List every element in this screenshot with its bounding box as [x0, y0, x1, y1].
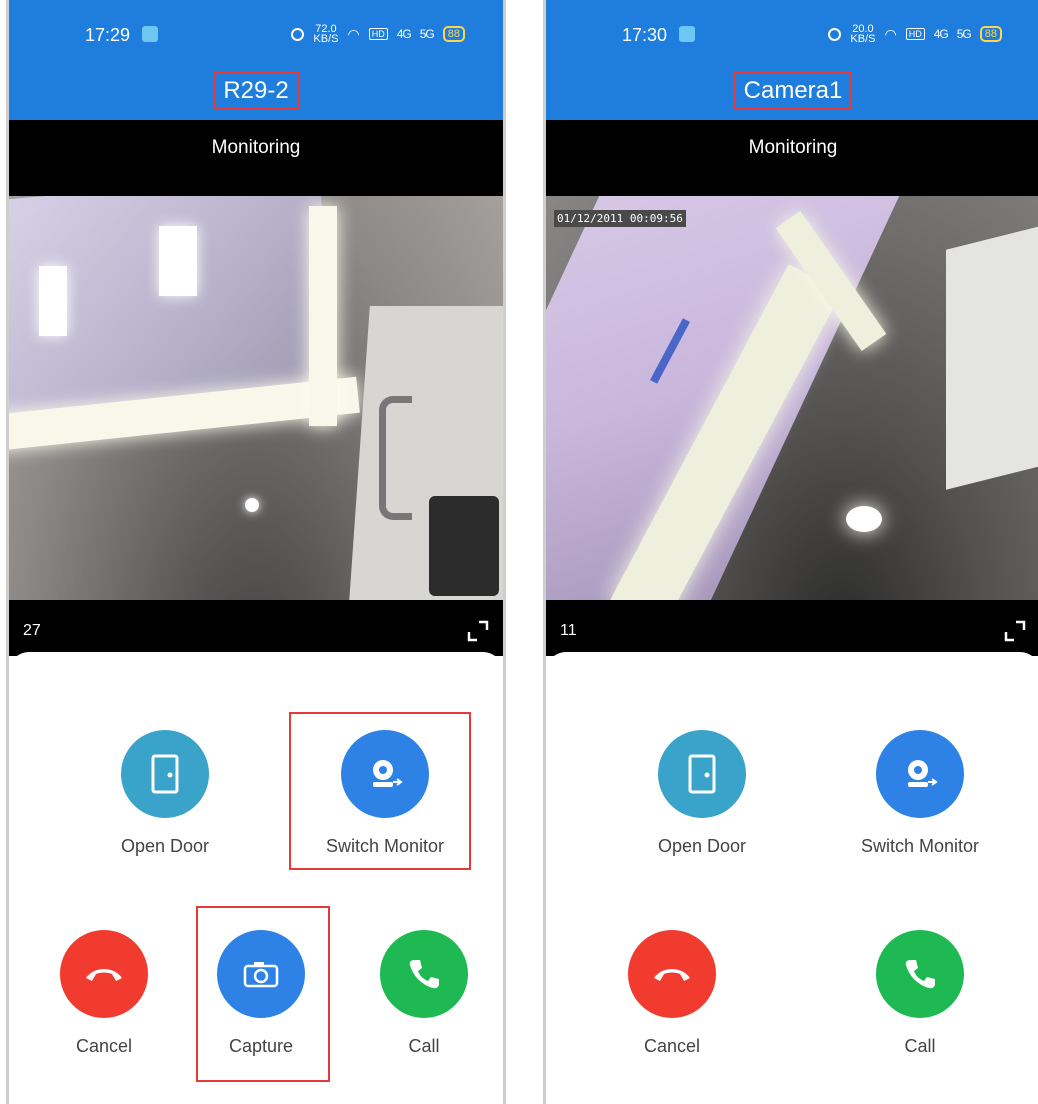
- hd-badge: HD: [905, 28, 925, 40]
- open-door-button[interactable]: Open Door: [612, 730, 792, 857]
- switch-monitor-highlight: [289, 712, 471, 870]
- cancel-label: Cancel: [75, 1036, 133, 1056]
- door-icon: [121, 730, 209, 818]
- wifi-icon: ◠: [347, 25, 360, 42]
- cancel-label: Cancel: [643, 1036, 701, 1056]
- page-title: R29-2: [9, 72, 503, 110]
- monitoring-label: Monitoring: [546, 120, 1038, 196]
- open-door-label: Open Door: [120, 836, 210, 856]
- cancel-button[interactable]: Cancel: [14, 930, 194, 1057]
- video-feed[interactable]: 01/12/2011 00:09:56: [546, 196, 1038, 600]
- door-icon: [658, 730, 746, 818]
- hangup-icon: [60, 930, 148, 1018]
- call-label: Call: [408, 1036, 440, 1056]
- battery-indicator: 88: [979, 26, 1002, 42]
- status-time: 17:30: [622, 25, 668, 45]
- phone-screen-left: 17:29 72.0 KB/S ◠ HD 4G 5G 88 R29-2 Monit…: [6, 0, 506, 1104]
- phone-icon: [380, 930, 468, 1018]
- capture-highlight: [196, 906, 330, 1082]
- video-toolbar: 27: [9, 600, 503, 656]
- status-bar: 17:29 72.0 KB/S ◠ HD 4G 5G 88: [9, 22, 503, 48]
- switch-monitor-button[interactable]: Switch Monitor: [830, 730, 1010, 857]
- page-title: Camera1: [546, 72, 1038, 110]
- alarm-icon: [828, 27, 842, 41]
- video-timestamp: 01/12/2011 00:09:56: [554, 210, 686, 227]
- status-bar: 17:30 20.0 KB/S ◠ HD 4G 5G 88: [546, 22, 1038, 48]
- video-toolbar: 11: [546, 600, 1038, 656]
- phone-screen-right: 17:30 20.0 KB/S ◠ HD 4G 5G 88 Camera1 Mon…: [543, 0, 1038, 1104]
- expand-icon[interactable]: [467, 620, 489, 642]
- signal-icon-2: 5G: [419, 27, 435, 41]
- call-label: Call: [904, 1036, 936, 1056]
- status-time: 17:29: [85, 25, 131, 45]
- call-button[interactable]: Call: [830, 930, 1010, 1057]
- call-button[interactable]: Call: [334, 930, 503, 1057]
- wifi-icon: ◠: [884, 25, 897, 42]
- open-door-button[interactable]: Open Door: [75, 730, 255, 857]
- app-notification-icon: [142, 26, 158, 42]
- battery-indicator: 88: [442, 26, 465, 42]
- signal-icon-1: 4G: [933, 27, 949, 41]
- switch-monitor-label: Switch Monitor: [860, 836, 980, 856]
- video-feed[interactable]: [9, 196, 503, 600]
- app-notification-icon: [679, 26, 695, 42]
- signal-icon-2: 5G: [956, 27, 972, 41]
- hd-badge: HD: [368, 28, 388, 40]
- network-speed: 72.0 KB/S: [313, 23, 339, 45]
- app-header: 17:29 72.0 KB/S ◠ HD 4G 5G 88 R29-2: [9, 0, 503, 120]
- hangup-icon: [628, 930, 716, 1018]
- action-panel: Open Door Switch Monitor Cancel Capture: [9, 652, 503, 1104]
- cancel-button[interactable]: Cancel: [582, 930, 762, 1057]
- alarm-icon: [291, 27, 305, 41]
- expand-icon[interactable]: [1004, 620, 1026, 642]
- network-speed: 20.0 KB/S: [850, 23, 876, 45]
- action-panel: Open Door Switch Monitor Cancel Call: [546, 652, 1038, 1104]
- open-door-label: Open Door: [657, 836, 747, 856]
- app-header: 17:30 20.0 KB/S ◠ HD 4G 5G 88 Camera1: [546, 0, 1038, 120]
- signal-icon-1: 4G: [396, 27, 412, 41]
- duration-counter: 27: [23, 622, 41, 639]
- duration-counter: 11: [560, 622, 577, 639]
- monitoring-label: Monitoring: [9, 120, 503, 196]
- phone-icon: [876, 930, 964, 1018]
- camera-switch-icon: [876, 730, 964, 818]
